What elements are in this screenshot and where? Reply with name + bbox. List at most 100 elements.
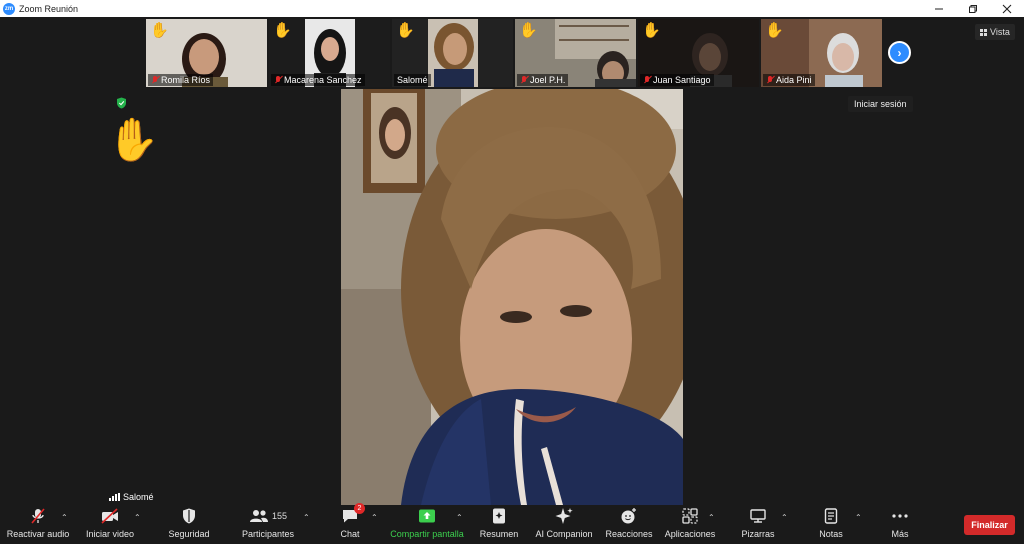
mic-muted-icon <box>766 75 774 85</box>
start-video-label: Iniciar video <box>85 529 135 539</box>
mic-muted-icon <box>643 75 651 85</box>
participants-button[interactable]: 155 Participantes <box>238 505 298 544</box>
view-button[interactable]: Vista <box>975 24 1015 40</box>
ai-sparkle-icon <box>555 508 573 524</box>
participants-options-chevron-up-icon[interactable]: ⌃ <box>303 513 310 522</box>
participant-name: Macarena Sanchez <box>284 75 362 85</box>
minimize-button[interactable] <box>922 0 956 17</box>
reactions-label: Reacciones <box>605 529 653 539</box>
notes-options-chevron-up-icon[interactable]: ⌃ <box>855 513 862 522</box>
raised-hand-icon: ✋ <box>765 22 784 39</box>
name-tag: Romila Ríos <box>148 74 214 86</box>
more-label: Más <box>891 529 909 539</box>
ai-companion-label: AI Companion <box>535 529 593 539</box>
minimize-icon <box>935 8 943 9</box>
participant-tile[interactable]: ✋ Aida Pini <box>761 19 882 87</box>
security-button[interactable]: Seguridad <box>164 505 214 544</box>
participants-count: 155 <box>271 511 288 521</box>
participant-tile-active-speaker[interactable]: ✋ Salomé <box>392 19 513 87</box>
zoom-meeting-window: zm Zoom Reunión ✋ Romila Ríos ✋ Macarena… <box>0 0 1024 544</box>
mic-muted-icon <box>520 75 528 85</box>
smiley-plus-icon <box>621 508 636 524</box>
video-options-chevron-up-icon[interactable]: ⌃ <box>134 513 141 522</box>
notes-button[interactable]: Notas <box>816 505 846 544</box>
participant-tile[interactable]: ✋ Macarena Sanchez <box>269 19 390 87</box>
signal-strength-icon <box>109 493 120 501</box>
participant-strip: ✋ Romila Ríos ✋ Macarena Sanchez ✋ Salom… <box>146 19 882 87</box>
speaker-name-tag: Salomé <box>105 490 158 504</box>
mic-muted-icon <box>151 75 159 85</box>
summary-label: Resumen <box>479 529 519 539</box>
chevron-right-icon: › <box>897 45 902 60</box>
unmute-audio-label: Reactivar audio <box>6 529 70 539</box>
apps-label: Aplicaciones <box>664 529 716 539</box>
unmute-audio-button[interactable]: Reactivar audio <box>6 505 70 544</box>
reactions-button[interactable]: Reacciones <box>604 505 654 544</box>
share-options-chevron-up-icon[interactable]: ⌃ <box>456 513 463 522</box>
raised-hand-icon: ✋ <box>396 22 415 39</box>
summary-button[interactable]: Resumen <box>478 505 520 544</box>
apps-icon <box>682 508 698 524</box>
notes-label: Notas <box>819 529 843 539</box>
share-screen-button[interactable]: Compartir pantalla <box>388 505 466 544</box>
participant-name: Salomé <box>397 75 428 85</box>
close-button[interactable] <box>990 0 1024 17</box>
grid-view-icon <box>980 28 987 36</box>
raised-hand-icon: ✋ <box>273 22 292 39</box>
name-tag: Aida Pini <box>763 74 815 86</box>
video-off-icon <box>101 508 118 524</box>
apps-button[interactable]: Aplicaciones <box>662 505 718 544</box>
chat-label: Chat <box>340 529 360 539</box>
end-meeting-button[interactable]: Finalizar <box>964 515 1015 535</box>
close-icon <box>1002 4 1012 13</box>
mic-muted-icon <box>31 508 45 524</box>
zoom-logo-icon: zm <box>3 2 15 15</box>
participant-name: Aida Pini <box>776 75 812 85</box>
chat-unread-badge: 2 <box>354 503 365 514</box>
restore-icon <box>969 4 977 13</box>
more-dots-icon <box>892 514 908 518</box>
more-button[interactable]: Más <box>886 505 914 544</box>
mic-muted-icon <box>274 75 282 85</box>
share-screen-icon <box>419 509 435 523</box>
summary-icon <box>493 508 505 524</box>
participant-name: Joel P.H. <box>530 75 566 85</box>
name-tag: Juan Santiago <box>640 74 714 86</box>
security-shield-icon <box>117 97 126 109</box>
raised-hand-icon: ✋ <box>150 22 169 39</box>
participant-tile[interactable]: ✋ Joel P.H. <box>515 19 636 87</box>
name-tag: Macarena Sanchez <box>271 74 365 86</box>
restore-button[interactable] <box>956 0 990 17</box>
apps-options-chevron-up-icon[interactable]: ⌃ <box>708 513 715 522</box>
start-video-button[interactable]: Iniciar video <box>82 505 138 544</box>
speaker-name: Salomé <box>123 492 154 502</box>
audio-options-chevron-up-icon[interactable]: ⌃ <box>61 513 68 522</box>
whiteboard-icon <box>750 509 766 523</box>
title-bar: zm Zoom Reunión <box>0 0 1024 17</box>
raised-hand-icon: ✋ <box>519 22 538 39</box>
signin-tooltip[interactable]: Iniciar sesión <box>848 96 913 112</box>
window-title: Zoom Reunión <box>19 3 79 14</box>
name-tag: Joel P.H. <box>517 74 569 86</box>
participants-icon <box>249 510 268 522</box>
ai-companion-button[interactable]: AI Companion <box>533 505 595 544</box>
whiteboards-options-chevron-up-icon[interactable]: ⌃ <box>781 513 788 522</box>
raised-hand-icon: ✋ <box>107 116 160 163</box>
security-label: Seguridad <box>168 529 210 539</box>
whiteboards-button[interactable]: Pizarras <box>738 505 778 544</box>
chat-options-chevron-up-icon[interactable]: ⌃ <box>371 513 378 522</box>
participant-tile[interactable]: ✋ Romila Ríos <box>146 19 267 87</box>
participant-tile[interactable]: ✋ Juan Santiago <box>638 19 759 87</box>
view-button-label: Vista <box>990 27 1010 37</box>
raised-hand-icon: ✋ <box>642 22 661 39</box>
participant-name: Romila Ríos <box>161 75 211 85</box>
whiteboards-label: Pizarras <box>741 529 775 539</box>
name-tag: Salomé <box>394 74 431 86</box>
shield-icon <box>183 508 195 524</box>
participants-label: Participantes <box>241 529 295 539</box>
next-page-button[interactable]: › <box>888 41 911 64</box>
notes-icon <box>824 508 838 524</box>
share-screen-label: Compartir pantalla <box>390 529 464 539</box>
active-speaker-video <box>341 89 683 505</box>
chat-button[interactable]: 2 Chat <box>334 503 366 544</box>
